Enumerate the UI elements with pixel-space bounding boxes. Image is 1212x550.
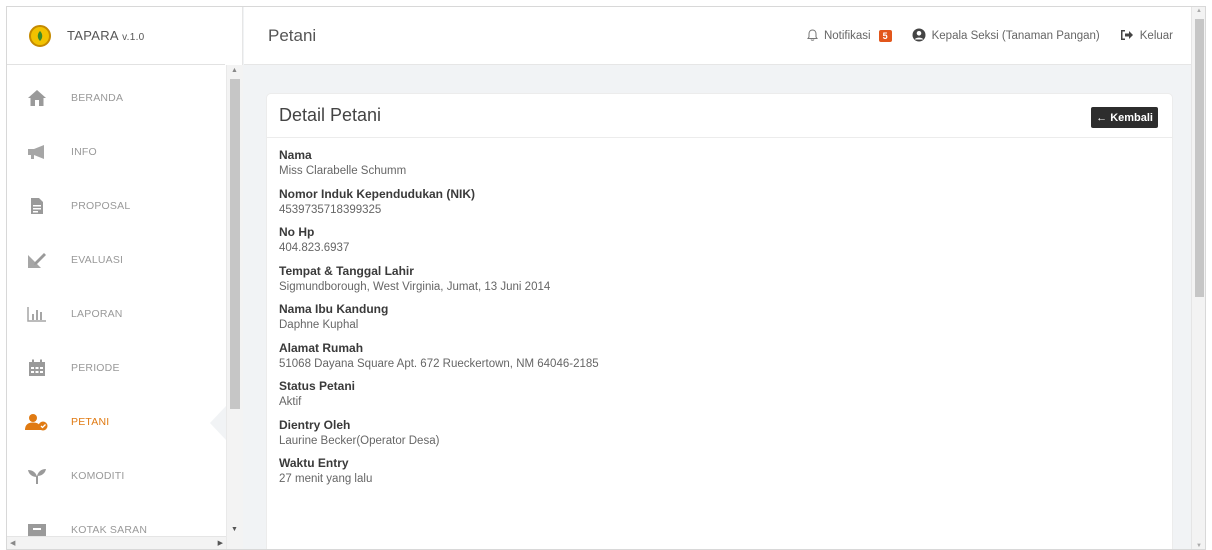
detail-field: Nama Miss Clarabelle Schumm: [279, 148, 1172, 187]
notifications-label: Notifikasi: [823, 30, 871, 42]
field-label: Nama Ibu Kandung: [279, 302, 389, 316]
sidebar-item-laporan[interactable]: LAPORAN: [7, 287, 226, 341]
sidebar: TAPARA v.1.0 BERANDA INFO PROPOSAL EVALU…: [7, 7, 243, 549]
field-label: Alamat Rumah: [279, 340, 364, 355]
detail-field: Tempat & Tanggal Lahir Sigmundborough, W…: [279, 264, 1172, 303]
sidebar-item-label: KOTAK SARAN: [71, 524, 148, 536]
detail-field: No Hp 404.823.6937: [279, 225, 1172, 264]
calendar-icon: [25, 356, 49, 380]
app-name: TAPARA v.1.0: [67, 28, 145, 43]
sprout-icon: [25, 464, 49, 488]
field-value: Aktif: [279, 396, 302, 408]
app-window: TAPARA v.1.0 BERANDA INFO PROPOSAL EVALU…: [6, 6, 1206, 550]
detail-field: Dientry Oleh Laurine Becker(Operator Des…: [279, 418, 1172, 457]
user-label: Kepala Seksi (Tanaman Pangan): [931, 30, 1100, 42]
detail-fields: Nama Miss Clarabelle Schumm Nomor Induk …: [267, 138, 1172, 495]
sidebar-scrollbar[interactable]: ▲ ▼: [226, 65, 243, 549]
user-circle-icon: [912, 28, 926, 45]
sidebar-item-beranda[interactable]: BERANDA: [7, 71, 226, 125]
field-label: Nomor Induk Kependudukan (NIK): [279, 186, 475, 201]
logo-icon: [29, 24, 51, 47]
active-indicator: [210, 406, 226, 440]
sidebar-item-komoditi[interactable]: KOMODITI: [7, 449, 226, 503]
app-version: v.1.0: [122, 32, 145, 43]
header-actions: Notifikasi 5 Kepala Seksi (Tanaman Pangan…: [807, 7, 1173, 65]
sidebar-item-label: PERIODE: [71, 362, 120, 374]
field-value: 51068 Dayana Square Apt. 672 Rueckertown…: [279, 357, 599, 370]
sidebar-item-info[interactable]: INFO: [7, 125, 226, 179]
scroll-left-icon[interactable]: ◀: [10, 539, 15, 547]
sidebar-item-petani[interactable]: PETANI: [7, 395, 226, 449]
page-title: Petani: [268, 25, 317, 45]
app-name-text: TAPARA: [67, 28, 119, 43]
main-scrollbar[interactable]: ▲ ▼: [1191, 7, 1205, 549]
sidebar-item-label: KOMODITI: [71, 470, 125, 482]
notifications-button[interactable]: Notifikasi 5: [807, 28, 892, 44]
top-header: Petani Notifikasi 5 Kepala Seksi (Tanaman…: [244, 7, 1191, 65]
scroll-up-icon[interactable]: ▲: [1196, 8, 1202, 14]
logout-button[interactable]: Keluar: [1120, 29, 1173, 44]
sidebar-item-label: BERANDA: [71, 92, 124, 104]
notifications-badge: 5: [878, 30, 892, 42]
field-value: 27 menit yang lalu: [279, 473, 373, 485]
sidebar-menu: BERANDA INFO PROPOSAL EVALUASI LAPORAN P…: [7, 71, 226, 549]
scroll-up-icon[interactable]: ▲: [231, 67, 238, 74]
sidebar-horizontal-scrollbar[interactable]: ◀ ▶: [7, 536, 226, 549]
field-value: Laurine Becker(Operator Desa): [279, 434, 440, 447]
bar-chart-icon: [25, 302, 49, 326]
field-value: Miss Clarabelle Schumm: [279, 165, 407, 177]
detail-field: Status Petani Aktif: [279, 379, 1172, 418]
main-scroll-thumb[interactable]: [1195, 19, 1204, 297]
sidebar-item-label: PROPOSAL: [71, 200, 131, 212]
document-icon: [25, 194, 49, 218]
sidebar-item-label: LAPORAN: [71, 308, 123, 320]
scroll-down-icon[interactable]: ▼: [1196, 543, 1202, 549]
detail-field: Nama Ibu Kandung Daphne Kuphal: [279, 302, 1172, 341]
sidebar-item-label: PETANI: [71, 416, 110, 428]
field-label: No Hp: [279, 225, 315, 239]
scroll-down-icon[interactable]: ▼: [231, 526, 238, 533]
field-value: Daphne Kuphal: [279, 319, 359, 331]
sidebar-item-label: EVALUASI: [71, 254, 124, 266]
field-label: Waktu Entry: [279, 456, 349, 470]
field-value: 404.823.6937: [279, 242, 350, 254]
sidebar-item-periode[interactable]: PERIODE: [7, 341, 226, 395]
sidebar-item-proposal[interactable]: PROPOSAL: [7, 179, 226, 233]
logout-label: Keluar: [1139, 30, 1173, 42]
detail-field: Nomor Induk Kependudukan (NIK) 453973571…: [279, 187, 1172, 226]
sidebar-item-label: INFO: [71, 146, 97, 158]
user-menu[interactable]: Kepala Seksi (Tanaman Pangan): [912, 28, 1100, 45]
field-label: Dientry Oleh: [279, 417, 351, 432]
field-value: Sigmundborough, West Virginia, Jumat, 13…: [279, 280, 551, 293]
card-title: Detail Petani: [279, 105, 382, 125]
sign-out-icon: [1120, 29, 1134, 44]
field-label: Tempat & Tanggal Lahir: [279, 263, 414, 278]
field-value: 4539735718399325: [279, 203, 382, 216]
detail-field: Alamat Rumah 51068 Dayana Square Apt. 67…: [279, 341, 1172, 380]
brand[interactable]: TAPARA v.1.0: [7, 7, 225, 65]
sidebar-item-evaluasi[interactable]: EVALUASI: [7, 233, 226, 287]
field-label: Nama: [279, 148, 312, 162]
megaphone-icon: [25, 140, 49, 164]
field-label: Status Petani: [279, 379, 356, 393]
detail-field: Waktu Entry 27 menit yang lalu: [279, 456, 1172, 495]
back-button[interactable]: ← Kembali: [1091, 107, 1158, 128]
evaluation-icon: [25, 248, 49, 272]
bell-icon: [807, 28, 818, 44]
detail-card: Detail Petani ← Kembali Nama Miss Clarab…: [266, 93, 1173, 549]
card-header: Detail Petani ← Kembali: [267, 94, 1172, 138]
home-icon: [25, 86, 49, 110]
sidebar-scroll-thumb[interactable]: [230, 79, 240, 409]
scroll-right-icon[interactable]: ▶: [218, 539, 223, 547]
users-icon: [25, 410, 49, 434]
